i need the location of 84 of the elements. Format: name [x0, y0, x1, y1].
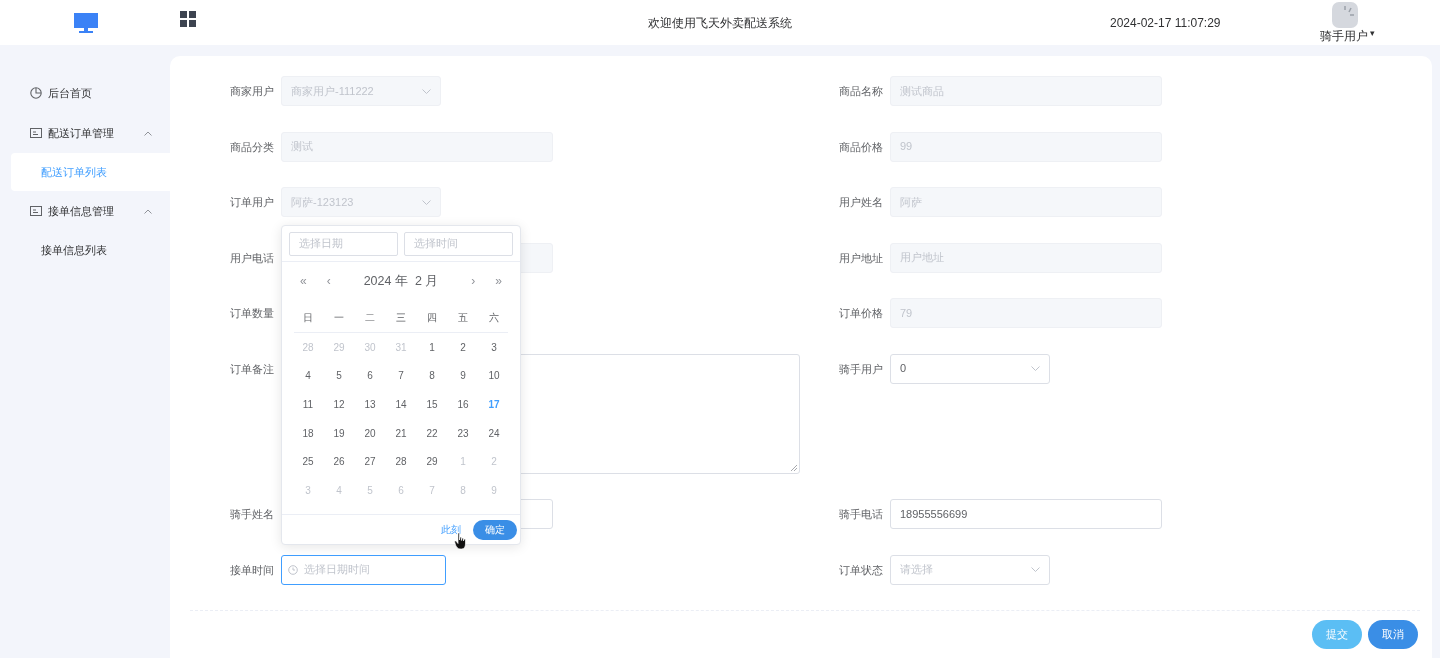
card-icon — [30, 128, 42, 138]
calendar-day[interactable]: 25 — [300, 454, 316, 470]
field-label: 商品分类 — [230, 139, 275, 155]
field-label: 商家用户 — [230, 84, 275, 99]
calendar-day[interactable]: 6 — [365, 368, 375, 384]
calendar-day[interactable]: 2 — [458, 339, 468, 355]
calendar-day[interactable]: 24 — [486, 425, 502, 441]
field-label: 订单用户 — [230, 195, 275, 210]
sidebar-label: 后台首页 — [48, 85, 92, 101]
sidebar-item[interactable]: 接单信息管理 — [0, 191, 170, 231]
grid-menu-icon[interactable] — [180, 10, 196, 27]
calendar-day[interactable]: 16 — [455, 396, 471, 412]
calendar-day[interactable]: 23 — [455, 425, 471, 441]
calendar-day[interactable]: 29 — [424, 454, 440, 470]
weekday-label: 一 — [333, 310, 345, 325]
calendar-day[interactable]: 22 — [424, 425, 440, 441]
calendar-day[interactable]: 1 — [427, 339, 437, 355]
field-label: 订单数量 — [230, 306, 275, 321]
chevron-down-icon — [1031, 567, 1040, 572]
calendar-title: 2024 年 2 月 — [363, 272, 439, 290]
weekday-label: 二 — [364, 310, 376, 325]
field-label: 骑手电话 — [839, 507, 884, 522]
field-label: 用户姓名 — [839, 195, 884, 210]
calendar-day[interactable]: 12 — [331, 396, 347, 412]
chevron-down-icon — [1031, 366, 1040, 371]
calendar-day[interactable]: 28 — [393, 454, 409, 470]
calendar-day[interactable]: 20 — [362, 425, 378, 441]
calendar-day[interactable]: 10 — [486, 368, 502, 384]
sidebar-label: 配送订单管理 — [48, 125, 114, 141]
weekday-label: 日 — [302, 310, 314, 325]
weekday-label: 五 — [457, 310, 469, 325]
card-icon — [30, 206, 42, 216]
calendar-day[interactable]: 13 — [362, 396, 378, 412]
input-field[interactable]: 18955556699 — [890, 499, 1162, 529]
calendar-day[interactable]: 26 — [331, 454, 347, 470]
user-name: 骑手用户 — [1320, 28, 1368, 45]
field-label: 用户电话 — [230, 250, 275, 266]
calendar-day[interactable]: 21 — [393, 425, 409, 441]
select-field[interactable]: 0 — [890, 353, 1050, 384]
caret-icon: ▾ — [1370, 27, 1375, 45]
field-label: 接单时间 — [230, 562, 275, 578]
calendar-day[interactable]: 11 — [300, 396, 316, 412]
weekday-label: 六 — [488, 310, 500, 325]
next-month-button[interactable]: › — [471, 272, 476, 290]
calendar-day[interactable]: 4 — [303, 368, 313, 384]
monitor-icon — [74, 12, 98, 33]
field-label: 用户地址 — [839, 250, 884, 266]
weekday-label: 三 — [395, 310, 407, 325]
chevron-down-icon — [422, 88, 431, 94]
clock-icon — [288, 564, 298, 575]
avatar-icon[interactable] — [1332, 2, 1358, 28]
field-label: 订单备注 — [230, 361, 275, 377]
calendar-day[interactable]: 27 — [362, 454, 378, 470]
sidebar-subitem[interactable]: 接单信息列表 — [11, 231, 170, 269]
field-label: 订单价格 — [839, 306, 884, 321]
calendar-day[interactable]: 7 — [396, 368, 406, 384]
confirm-button[interactable]: 确定 — [473, 519, 517, 540]
prev-month-button[interactable]: ‹ — [326, 272, 331, 290]
sidebar-item[interactable]: 配送订单管理 — [0, 113, 170, 153]
header-datetime: 2024-02-17 11:07:29 — [1110, 15, 1221, 32]
field-label: 商品价格 — [839, 139, 884, 155]
next-year-button[interactable]: » — [495, 272, 502, 290]
user-menu[interactable]: 骑手用户 ▾ — [1320, 27, 1375, 45]
calendar-day[interactable]: 18 — [300, 425, 316, 441]
field-label: 骑手用户 — [839, 361, 884, 377]
calendar-day[interactable]: 19 — [331, 425, 347, 441]
sidebar-label: 接单信息管理 — [48, 203, 114, 219]
chevron-down-icon — [422, 199, 431, 205]
calendar-day[interactable]: 5 — [334, 368, 344, 384]
field-label: 骑手姓名 — [230, 507, 275, 522]
calendar-day[interactable]: 8 — [427, 368, 437, 384]
resize-grip-icon — [791, 464, 797, 471]
weekday-label: 四 — [426, 310, 438, 325]
sidebar-item[interactable]: 后台首页 — [0, 73, 170, 113]
calendar-day[interactable]: 3 — [489, 339, 499, 355]
pie-chart-icon — [30, 87, 42, 99]
calendar-day[interactable]: 15 — [424, 396, 440, 412]
page-title: 欢迎使用飞天外卖配送系统 — [648, 15, 792, 32]
field-label: 订单状态 — [839, 562, 884, 578]
field-label: 商品名称 — [839, 84, 884, 99]
cancel-button[interactable]: 取消 — [1368, 619, 1418, 649]
calendar-day[interactable]: 9 — [458, 368, 468, 384]
prev-year-button[interactable]: « — [300, 272, 307, 290]
calendar-day[interactable]: 14 — [393, 396, 409, 412]
